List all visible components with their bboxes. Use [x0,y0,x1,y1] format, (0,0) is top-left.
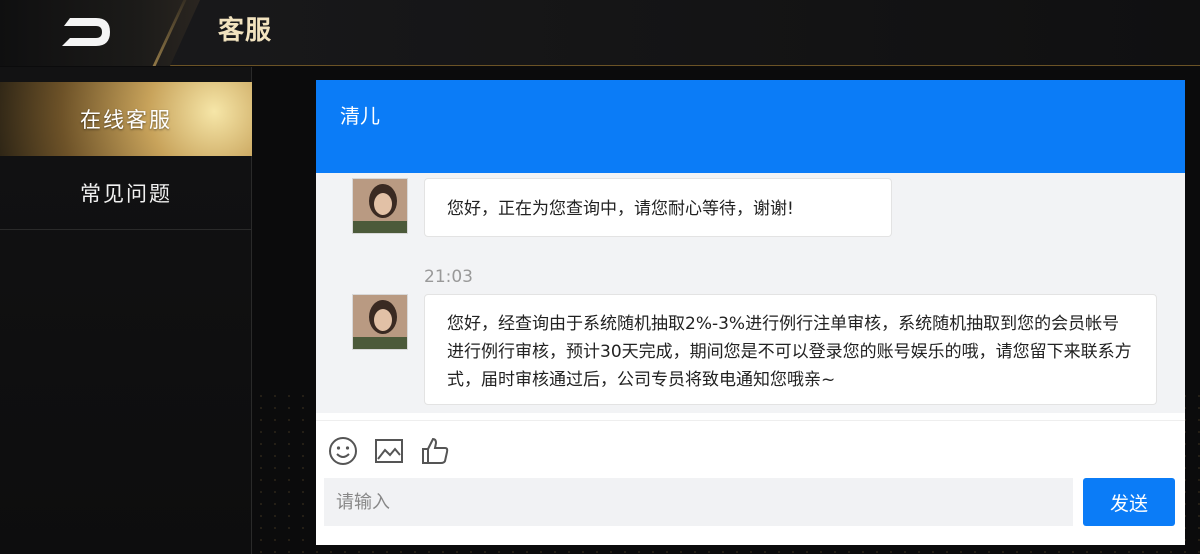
sidebar-item-label: 常见问题 [80,181,172,206]
sidebar-item-label: 在线客服 [80,108,172,132]
thumbs-up-icon[interactable] [419,435,451,467]
image-icon[interactable] [373,435,405,467]
back-arrow-icon[interactable] [56,12,114,52]
agent-avatar [352,294,408,350]
message-bubble: 您好，正在为您查询中，请您耐心等待，谢谢! [424,178,892,237]
message-timestamp: 21:03 [424,267,473,287]
input-row: 发送 [316,476,1185,545]
send-button[interactable]: 发送 [1083,478,1175,526]
chat-toolbar [316,420,1185,475]
message-input[interactable] [324,478,1073,526]
message-bubble: 您好，经查询由于系统随机抽取2%-3%进行例行注单审核，系统随机抽取到您的会员帐… [424,294,1157,405]
app-header: 客服 [0,0,1200,66]
chat-header: 清儿 [316,80,1185,173]
message-list[interactable]: 您好，正在为您查询中，请您耐心等待，谢谢! 21:03 您好，经查询由于系统随机… [316,173,1185,413]
agent-name: 清儿 [340,104,380,128]
page-title: 客服 [218,16,273,46]
sidebar: 在线客服 常见问题 [0,67,252,554]
sidebar-item-online-service[interactable]: 在线客服 [0,82,252,156]
emoji-icon[interactable] [327,435,359,467]
sidebar-item-faq[interactable]: 常见问题 [0,156,252,230]
chat-window: 清儿 您好，正在为您查询中，请您耐心等待，谢谢! 21:03 您好，经查询由于系… [316,80,1185,545]
agent-avatar [352,178,408,234]
